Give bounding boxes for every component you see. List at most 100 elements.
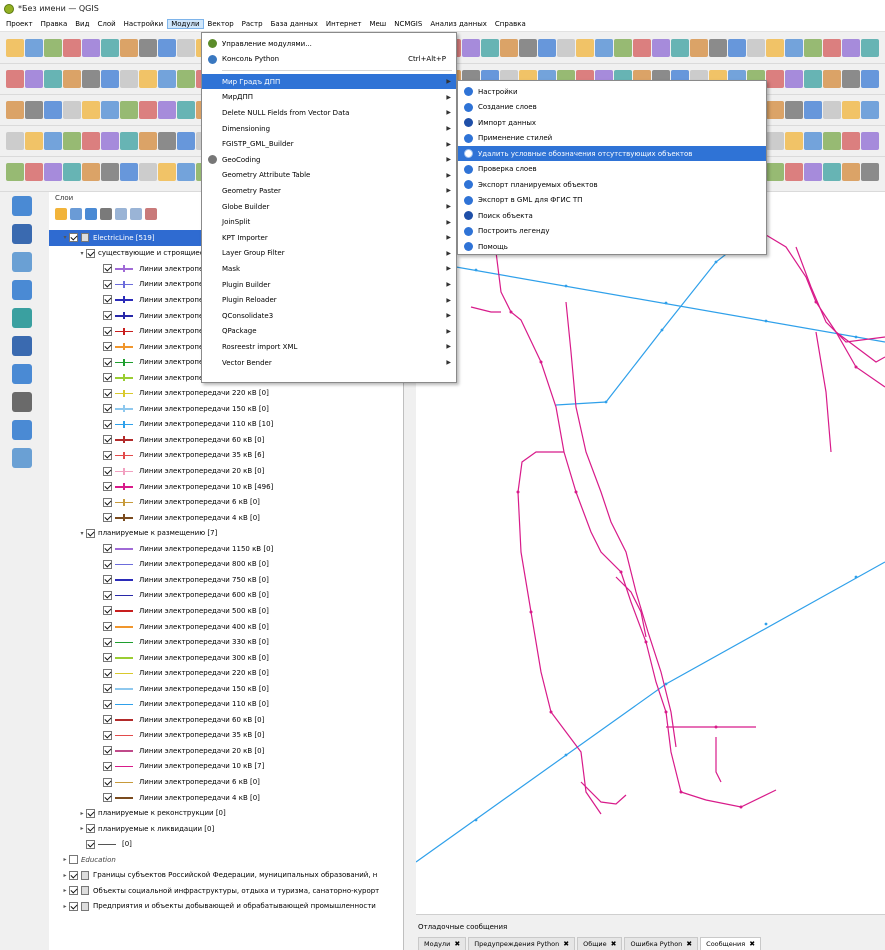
add-group-icon[interactable]	[55, 208, 67, 220]
toolbar-button-icon[interactable]	[82, 39, 100, 57]
toolbar-button-icon[interactable]	[44, 101, 62, 119]
layer-visibility-checkbox[interactable]	[103, 373, 112, 383]
layer-visibility-checkbox[interactable]	[103, 575, 112, 585]
left-tool-icon[interactable]	[12, 196, 32, 216]
menu-7[interactable]: Растр	[238, 19, 267, 29]
plugins-menu-item[interactable]: QConsolidate3 ▶	[202, 308, 456, 323]
close-icon[interactable]: ✖	[454, 940, 460, 948]
plugins-menu-item[interactable]: KPT Importer ▶	[202, 230, 456, 245]
menu-11[interactable]: NCMGIS	[390, 19, 426, 29]
toolbar-button-icon[interactable]	[861, 39, 879, 57]
toolbar-button-icon[interactable]	[804, 163, 822, 181]
toolbar-button-icon[interactable]	[842, 101, 860, 119]
layer-tree-item[interactable]: Линии электропередачи 110 кВ [10]	[49, 417, 403, 433]
toolbar-button-icon[interactable]	[158, 132, 176, 150]
message-tab[interactable]: Ошибка Python ✖	[624, 937, 699, 950]
layer-tree-item[interactable]: Линии электропередачи 220 кВ [0]	[49, 386, 403, 402]
close-icon[interactable]: ✖	[611, 940, 617, 948]
left-tool-icon[interactable]	[12, 336, 32, 356]
layer-visibility-checkbox[interactable]	[103, 311, 112, 320]
layer-tree-item[interactable]: ▸ Объекты социальной инфраструктуры, отды…	[49, 883, 403, 899]
toolbar-button-icon[interactable]	[557, 39, 575, 57]
toolbar-button-icon[interactable]	[25, 163, 43, 181]
toolbar-button-icon[interactable]	[25, 70, 43, 88]
layer-visibility-checkbox[interactable]	[103, 497, 112, 507]
toolbar-button-icon[interactable]	[158, 101, 176, 119]
layer-visibility-checkbox[interactable]	[103, 544, 112, 554]
layer-visibility-checkbox[interactable]	[103, 326, 112, 336]
toolbar-button-icon[interactable]	[785, 101, 803, 119]
layer-visibility-checkbox[interactable]	[103, 435, 112, 445]
submenu-item[interactable]: Настройки	[458, 84, 766, 99]
layer-tree-item[interactable]: Линии электропередачи 600 кВ [0]	[49, 588, 403, 604]
layer-visibility-checkbox[interactable]	[86, 528, 95, 538]
toolbar-button-icon[interactable]	[652, 39, 670, 57]
toolbar-button-icon[interactable]	[6, 70, 24, 88]
submenu-item[interactable]: Поиск объекта	[458, 208, 766, 223]
toolbar-button-icon[interactable]	[177, 132, 195, 150]
layer-visibility-checkbox[interactable]	[103, 482, 112, 492]
submenu-item[interactable]: Экспорт планируемых объектов	[458, 177, 766, 192]
toolbar-button-icon[interactable]	[158, 39, 176, 57]
layer-visibility-checkbox[interactable]	[103, 357, 112, 367]
toolbar-button-icon[interactable]	[82, 101, 100, 119]
layer-tree-item[interactable]: ▸ Education	[49, 852, 403, 868]
layer-tree-item[interactable]: Линии электропередачи 10 кВ [496]	[49, 479, 403, 495]
toolbar-button-icon[interactable]	[804, 132, 822, 150]
layer-tree-item[interactable]: Линии электропередачи 400 кВ [0]	[49, 619, 403, 635]
collapse-all-icon[interactable]	[130, 208, 142, 220]
toolbar-button-icon[interactable]	[614, 39, 632, 57]
toolbar-button-icon[interactable]	[139, 101, 157, 119]
toolbar-button-icon[interactable]	[861, 101, 879, 119]
layer-tree-item[interactable]: Линии электропередачи 150 кВ [0]	[49, 401, 403, 417]
toolbar-button-icon[interactable]	[709, 39, 727, 57]
toolbar-button-icon[interactable]	[823, 70, 841, 88]
layer-tree-item[interactable]: Линии электропередачи 220 кВ [0]	[49, 665, 403, 681]
chevron-right-icon[interactable]: ▸	[61, 872, 69, 879]
layer-tree-item[interactable]: ▾ планируемые к размещению [7]	[49, 525, 403, 541]
chevron-down-icon[interactable]: ▾	[78, 530, 86, 537]
chevron-right-icon[interactable]: ▸	[61, 856, 69, 863]
toolbar-button-icon[interactable]	[63, 163, 81, 181]
plugins-menu-item[interactable]: FGISTP_GML_Builder ▶	[202, 137, 456, 152]
toolbar-button-icon[interactable]	[6, 39, 24, 57]
toolbar-button-icon[interactable]	[101, 70, 119, 88]
message-tab[interactable]: Предупреждения Python ✖	[468, 937, 576, 950]
layer-visibility-checkbox[interactable]	[86, 808, 95, 818]
toolbar-button-icon[interactable]	[804, 70, 822, 88]
toolbar-button-icon[interactable]	[861, 132, 879, 150]
message-tab[interactable]: Модули ✖	[418, 937, 467, 950]
close-icon[interactable]: ✖	[749, 940, 755, 948]
left-tool-icon[interactable]	[12, 364, 32, 384]
layer-visibility-checkbox[interactable]	[103, 590, 112, 600]
toolbar-button-icon[interactable]	[63, 70, 81, 88]
toolbar-button-icon[interactable]	[785, 132, 803, 150]
close-icon[interactable]: ✖	[686, 940, 692, 948]
menu-13[interactable]: Справка	[491, 19, 530, 29]
toolbar-button-icon[interactable]	[500, 39, 518, 57]
layer-visibility-checkbox[interactable]	[103, 653, 112, 663]
toolbar-button-icon[interactable]	[842, 132, 860, 150]
toolbar-button-icon[interactable]	[120, 163, 138, 181]
toolbar-button-icon[interactable]	[804, 101, 822, 119]
message-tab[interactable]: Общие ✖	[577, 937, 623, 950]
toolbar-button-icon[interactable]	[139, 70, 157, 88]
toolbar-button-icon[interactable]	[671, 39, 689, 57]
menu-1[interactable]: Правка	[37, 19, 72, 29]
toolbar-button-icon[interactable]	[861, 163, 879, 181]
toolbar-button-icon[interactable]	[766, 132, 784, 150]
layer-tree-item[interactable]: Линии электропередачи 750 кВ [0]	[49, 572, 403, 588]
toolbar-button-icon[interactable]	[842, 39, 860, 57]
layer-visibility-checkbox[interactable]	[103, 450, 112, 460]
toolbar-button-icon[interactable]	[766, 101, 784, 119]
menu-0[interactable]: Проект	[2, 19, 37, 29]
toolbar-button-icon[interactable]	[519, 39, 537, 57]
close-icon[interactable]: ✖	[563, 940, 569, 948]
toolbar-button-icon[interactable]	[576, 39, 594, 57]
plugins-menu-item[interactable]: JoinSplit ▶	[202, 215, 456, 230]
layer-visibility-checkbox[interactable]	[103, 342, 112, 352]
message-tab[interactable]: Сообщения ✖	[700, 937, 762, 950]
layer-tree-item[interactable]: Линии электропередачи 500 кВ [0]	[49, 603, 403, 619]
menu-2[interactable]: Вид	[71, 19, 93, 29]
menu-4[interactable]: Настройки	[120, 19, 168, 29]
